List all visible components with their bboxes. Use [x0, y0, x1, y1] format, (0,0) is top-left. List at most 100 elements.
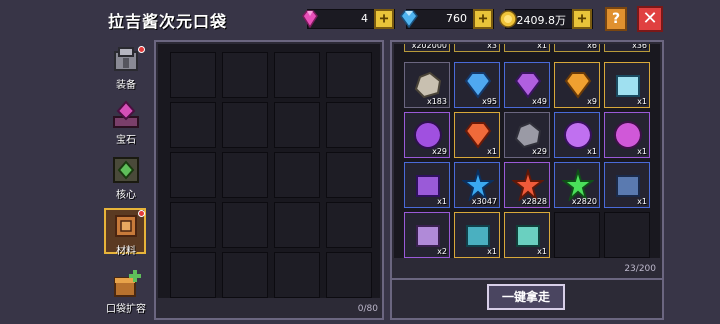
add-diamonds-button[interactable]: + — [473, 9, 493, 29]
empty-slot[interactable] — [222, 202, 268, 248]
item-quantity: x2820 — [571, 197, 597, 206]
item-slot[interactable]: x29 — [404, 112, 450, 158]
core-icon — [113, 157, 139, 183]
add-gems-button[interactable]: + — [374, 9, 394, 29]
pink-gem-icon — [302, 10, 318, 29]
item-slot[interactable]: x36 — [604, 44, 650, 52]
item-quantity: x9 — [587, 97, 597, 106]
gold-coin-icon — [499, 10, 517, 28]
item-slot[interactable]: x1 — [604, 62, 650, 108]
empty-slot[interactable] — [170, 252, 216, 298]
item-slot[interactable]: x1 — [454, 112, 500, 158]
item-quantity: x1 — [637, 97, 647, 106]
item-slot[interactable]: x6 — [554, 44, 600, 52]
empty-slot[interactable] — [326, 202, 372, 248]
gem-shrine-icon — [113, 100, 139, 128]
pocket-storage-count: 0/80 — [357, 304, 378, 314]
empty-slot[interactable] — [170, 152, 216, 198]
sidebar-item-label: 宝石 — [116, 135, 136, 146]
item-slot[interactable]: x3 — [454, 44, 500, 52]
item-quantity: x29 — [532, 147, 547, 156]
diamond-value: 760 — [446, 12, 467, 25]
item-slot[interactable]: x29 — [504, 112, 550, 158]
add-gold-button[interactable]: + — [572, 9, 592, 29]
item-quantity: x2828 — [521, 197, 547, 206]
sidebar-item-equipment[interactable]: 装备 — [100, 42, 152, 94]
empty-slot[interactable] — [274, 152, 320, 198]
close-button[interactable]: ✕ — [637, 6, 663, 32]
item-slot[interactable]: x1 — [504, 44, 550, 52]
sidebar-item-label: 材料 — [116, 246, 136, 257]
item-quantity: x29 — [432, 147, 447, 156]
materials-grid: x202000 x3 x1 x6 x36 x183 x95 x49 x9 x1 x29 x1 x29 x1… — [394, 44, 660, 258]
item-slot[interactable]: x1 — [604, 162, 650, 208]
item-quantity: x183 — [426, 97, 447, 106]
sidebar-item-pocket-expand[interactable]: 口袋扩容 — [100, 266, 152, 318]
item-slot[interactable]: x1 — [504, 212, 550, 258]
sidebar-item-core[interactable]: 核心 — [100, 152, 152, 204]
item-slot[interactable]: x2828 — [504, 162, 550, 208]
materials-count: 23/200 — [624, 264, 656, 274]
empty-slot[interactable] — [170, 102, 216, 148]
empty-slot[interactable] — [222, 102, 268, 148]
empty-slot[interactable] — [326, 52, 372, 98]
item-quantity: x6 — [587, 44, 597, 50]
materials-panel: x202000 x3 x1 x6 x36 x183 x95 x49 x9 x1 x29 x1 x29 x1… — [390, 40, 664, 280]
sidebar-item-gems[interactable]: 宝石 — [100, 97, 152, 149]
item-slot[interactable]: x49 — [504, 62, 550, 108]
empty-slot[interactable] — [326, 102, 372, 148]
item-slot[interactable]: x1 — [604, 112, 650, 158]
empty-slot[interactable] — [222, 52, 268, 98]
item-slot[interactable]: x202000 — [404, 44, 450, 52]
gem-counter: 4 + — [302, 9, 395, 29]
gem-value: 4 — [361, 12, 368, 25]
sidebar-item-materials[interactable]: 材料 — [100, 208, 152, 260]
empty-slot[interactable] — [222, 152, 268, 198]
item-slot[interactable]: x95 — [454, 62, 500, 108]
notification-dot — [138, 210, 145, 217]
empty-slot[interactable] — [274, 202, 320, 248]
top-bar: 拉吉酱次元口袋 4 + 760 + 2409.8万 + ? ✕ — [0, 0, 720, 38]
empty-slot[interactable] — [274, 252, 320, 298]
item-slot[interactable]: x3047 — [454, 162, 500, 208]
empty-slot[interactable] — [170, 52, 216, 98]
item-slot[interactable]: x1 — [554, 112, 600, 158]
item-slot[interactable]: x9 — [554, 62, 600, 108]
item-quantity: x1 — [537, 247, 547, 256]
notification-dot — [138, 46, 145, 53]
item-quantity: x3047 — [471, 197, 497, 206]
item-quantity: x1 — [637, 147, 647, 156]
collect-all-button[interactable]: 一键拿走 — [487, 284, 565, 310]
pocket-storage-grid — [158, 44, 380, 298]
empty-slot[interactable] — [326, 252, 372, 298]
pocket-storage-panel: 0/80 — [154, 40, 384, 320]
item-slot[interactable]: x2 — [404, 212, 450, 258]
item-quantity: x2 — [437, 247, 447, 256]
sidebar-item-label: 核心 — [116, 190, 136, 201]
help-button[interactable]: ? — [605, 7, 627, 31]
item-quantity: x3 — [487, 44, 497, 50]
empty-slot[interactable] — [326, 152, 372, 198]
item-quantity: x1 — [637, 197, 647, 206]
item-slot[interactable]: x1 — [404, 162, 450, 208]
empty-slot[interactable] — [222, 252, 268, 298]
item-quantity: x1 — [487, 147, 497, 156]
item-quantity: x1 — [437, 197, 447, 206]
empty-slot[interactable] — [554, 212, 600, 258]
item-slot[interactable]: x183 — [404, 62, 450, 108]
item-slot[interactable]: x2820 — [554, 162, 600, 208]
item-quantity: x95 — [482, 97, 497, 106]
item-slot[interactable]: x1 — [454, 212, 500, 258]
diamond-counter: 760 + — [400, 9, 494, 29]
sidebar-item-label: 口袋扩容 — [106, 304, 146, 315]
blue-diamond-icon — [400, 10, 418, 29]
empty-slot[interactable] — [604, 212, 650, 258]
page-title: 拉吉酱次元口袋 — [108, 12, 228, 31]
empty-slot[interactable] — [274, 52, 320, 98]
empty-slot[interactable] — [274, 102, 320, 148]
item-quantity: x1 — [587, 147, 597, 156]
empty-slot[interactable] — [170, 202, 216, 248]
pocket-expand-icon — [114, 270, 141, 297]
item-quantity: x1 — [537, 44, 547, 50]
item-quantity: x202000 — [411, 44, 447, 50]
